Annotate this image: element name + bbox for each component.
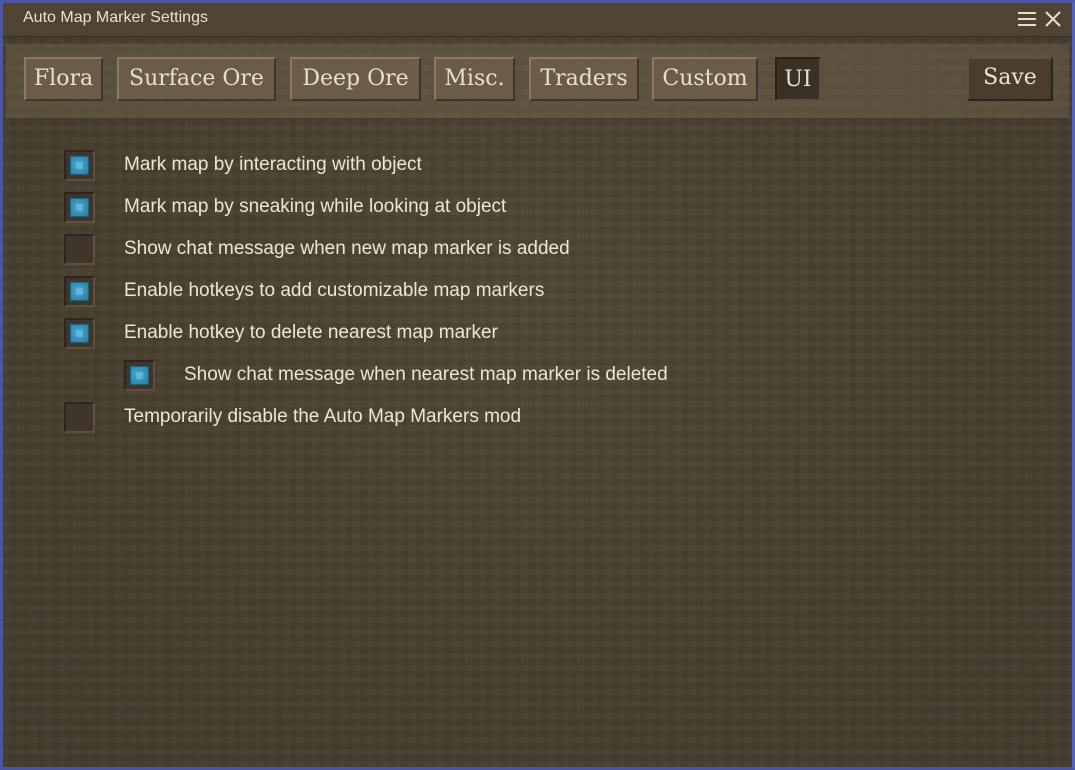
tab-bar: Flora Surface Ore Deep Ore Misc. Traders… <box>6 44 1069 119</box>
close-icon[interactable] <box>1043 9 1063 29</box>
checkbox-checked-indicator <box>130 366 149 385</box>
tab-ui[interactable]: UI <box>775 57 821 101</box>
option-label: Mark map by sneaking while looking at ob… <box>124 196 507 217</box>
checkbox-checked-indicator <box>70 198 89 217</box>
option-label: Show chat message when new map marker is… <box>124 238 570 259</box>
option-label: Temporarily disable the Auto Map Markers… <box>124 406 522 427</box>
option-checkbox[interactable] <box>64 234 95 265</box>
tab-flora[interactable]: Flora <box>24 57 103 101</box>
settings-window: Auto Map Marker Settings Flora Surface O… <box>0 0 1075 770</box>
option-checkbox[interactable] <box>64 276 95 307</box>
option-checkbox[interactable] <box>64 192 95 223</box>
save-button[interactable]: Save <box>967 57 1053 101</box>
tab-misc[interactable]: Misc. <box>434 57 515 101</box>
option-checkbox[interactable] <box>124 360 155 391</box>
option-checkbox[interactable] <box>64 318 95 349</box>
tab-traders[interactable]: Traders <box>529 57 639 101</box>
title-bar[interactable]: Auto Map Marker Settings <box>3 3 1072 37</box>
checkbox-checked-indicator <box>70 324 89 343</box>
hamburger-menu-icon[interactable] <box>1018 12 1036 27</box>
option-label: Enable hotkeys to add customizable map m… <box>124 280 545 301</box>
option-label: Enable hotkey to delete nearest map mark… <box>124 322 498 343</box>
checkbox-checked-indicator <box>70 282 89 301</box>
window-title: Auto Map Marker Settings <box>23 9 208 26</box>
option-checkbox[interactable] <box>64 150 95 181</box>
tab-custom[interactable]: Custom <box>652 57 758 101</box>
tab-deep-ore[interactable]: Deep Ore <box>290 57 421 101</box>
option-label: Mark map by interacting with object <box>124 154 422 175</box>
checkbox-checked-indicator <box>70 156 89 175</box>
tab-surface-ore[interactable]: Surface Ore <box>117 57 276 101</box>
option-checkbox[interactable] <box>64 402 95 433</box>
option-label: Show chat message when nearest map marke… <box>184 364 668 385</box>
